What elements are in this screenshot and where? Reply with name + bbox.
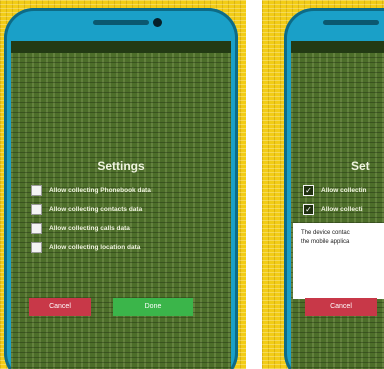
option-label: Allow collecting calls data xyxy=(49,225,130,232)
phone-frame: Settings Allow collecting Phonebook data… xyxy=(4,8,238,369)
dialog-text-line: The device contac xyxy=(301,230,350,236)
option-label: Allow collecting Phonebook data xyxy=(49,187,151,194)
dialog-text-line: the mobile applica xyxy=(301,239,350,245)
settings-title: Settings xyxy=(97,159,145,173)
checkbox-phonebook[interactable] xyxy=(31,185,42,196)
done-button[interactable]: Done xyxy=(113,298,193,316)
speaker-grille xyxy=(93,20,149,25)
camera-icon xyxy=(153,18,162,27)
phone-frame: Set ✓ Allow collectin ✓ Allow collecti T… xyxy=(284,8,384,369)
status-bar xyxy=(291,41,384,53)
phone-screen: Settings Allow collecting Phonebook data… xyxy=(11,41,231,369)
cancel-button[interactable]: Cancel xyxy=(29,298,91,316)
option-label: Allow collecting location data xyxy=(49,244,141,251)
option-location[interactable]: Allow collecting location data xyxy=(31,238,223,257)
option-label: Allow collecti xyxy=(321,206,363,213)
right-screenshot: Set ✓ Allow collectin ✓ Allow collecti T… xyxy=(262,0,384,369)
option-phonebook[interactable]: Allow collecting Phonebook data xyxy=(31,181,223,200)
option-label: Allow collecting contacts data xyxy=(49,206,143,213)
status-bar xyxy=(11,41,231,53)
settings-options: Allow collecting Phonebook data Allow co… xyxy=(31,181,223,257)
checkbox-calls[interactable] xyxy=(31,223,42,234)
checkbox-checked-icon[interactable]: ✓ xyxy=(303,204,314,215)
speaker-grille xyxy=(323,20,379,25)
checkbox-location[interactable] xyxy=(31,242,42,253)
cancel-button[interactable]: Cancel xyxy=(305,298,377,316)
phone-screen: Set ✓ Allow collectin ✓ Allow collecti T… xyxy=(291,41,384,369)
panel-separator xyxy=(246,0,262,369)
option-contacts[interactable]: ✓ Allow collecti xyxy=(303,200,384,219)
option-phonebook[interactable]: ✓ Allow collectin xyxy=(303,181,384,200)
settings-title: Set xyxy=(351,159,370,173)
option-calls[interactable]: Allow collecting calls data xyxy=(31,219,223,238)
checkbox-checked-icon[interactable]: ✓ xyxy=(303,185,314,196)
settings-options: ✓ Allow collectin ✓ Allow collecti xyxy=(303,181,384,219)
checkbox-contacts[interactable] xyxy=(31,204,42,215)
left-screenshot: Settings Allow collecting Phonebook data… xyxy=(0,0,246,369)
option-contacts[interactable]: Allow collecting contacts data xyxy=(31,200,223,219)
info-dialog: The device contac the mobile applica xyxy=(293,223,384,299)
option-label: Allow collectin xyxy=(321,187,367,194)
